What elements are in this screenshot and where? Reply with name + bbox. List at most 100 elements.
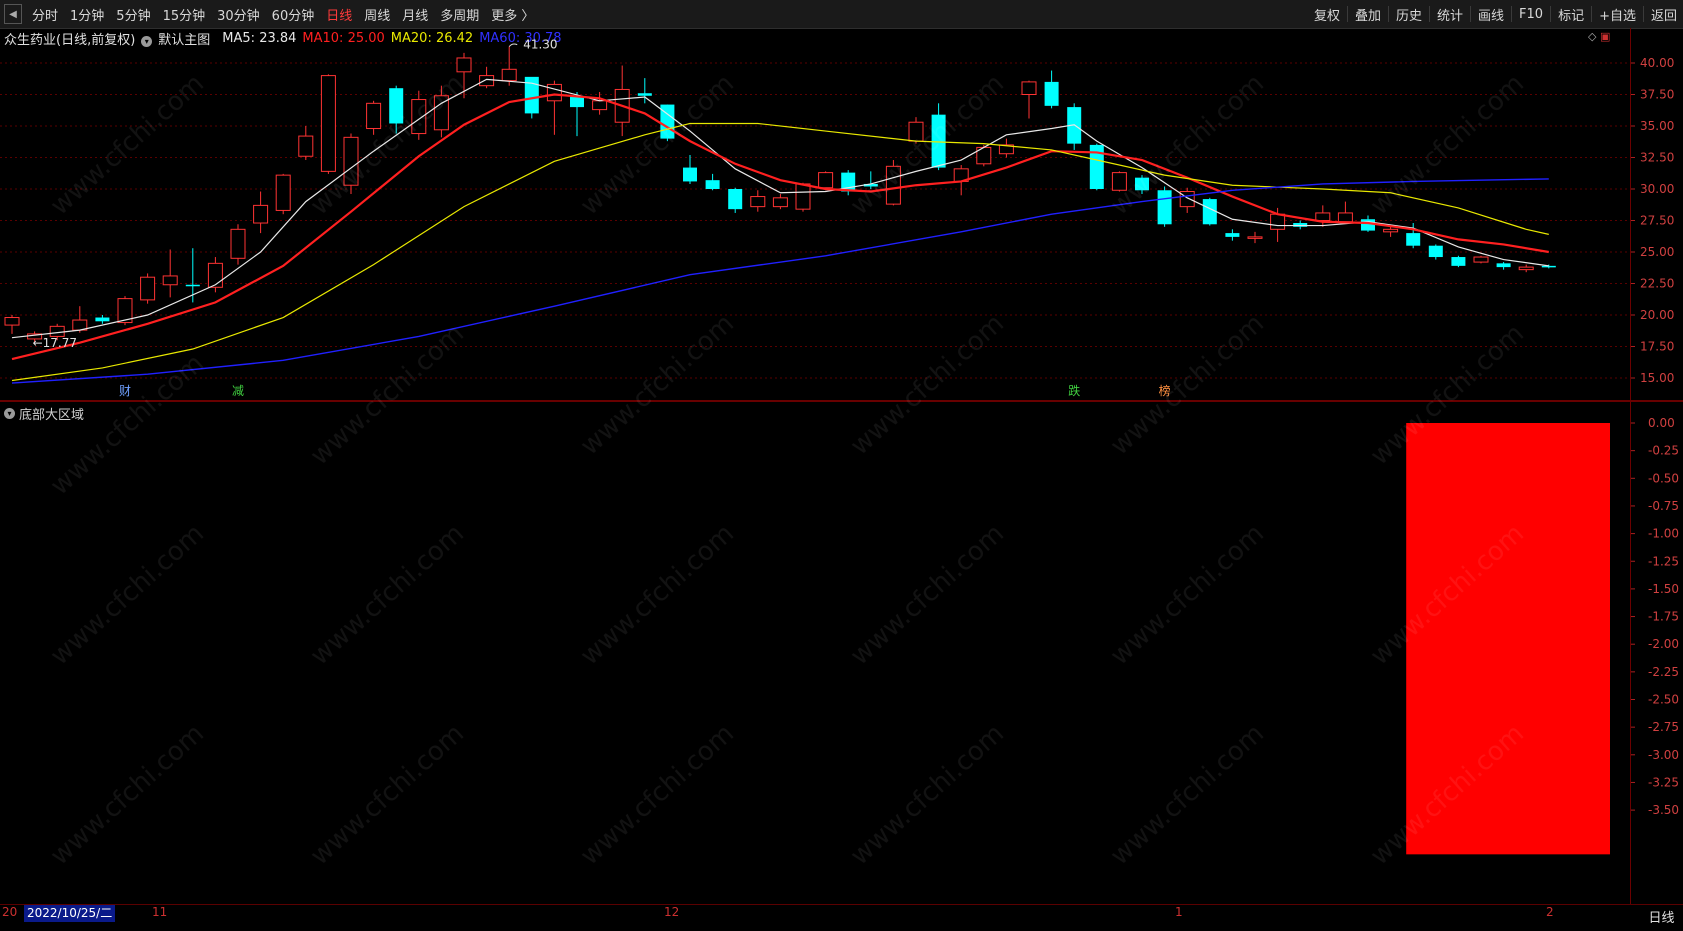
- candle-body: [705, 180, 720, 189]
- period-tab-9[interactable]: 多周期: [434, 5, 485, 24]
- period-tab-5[interactable]: 60分钟: [266, 5, 321, 24]
- sub-axis-label: 0.00: [1648, 416, 1675, 430]
- tool-button-5[interactable]: F10: [1513, 7, 1549, 22]
- period-tabs: ◀ 分时 1分钟 5分钟 15分钟 30分钟 60分钟 日线 周线 月线 多周期 更多 〉: [0, 0, 540, 28]
- candle-body: [1496, 263, 1511, 268]
- candle-body: [501, 68, 517, 82]
- month-tick-11: 11: [152, 905, 168, 919]
- sub-axis-label: -2.75: [1648, 720, 1679, 734]
- cursor-date: 2022/10/25/二: [24, 905, 116, 922]
- price-axis-label: 32.50: [1640, 151, 1674, 165]
- candle-body: [253, 204, 269, 224]
- tool-button-0[interactable]: 复权: [1308, 5, 1346, 24]
- candle-body: [570, 97, 584, 108]
- event-marker: 榜: [1159, 383, 1171, 398]
- tool-buttons: 复权 叠加 历史 统计 画线 F10 标记 +自选 返回: [1308, 0, 1683, 28]
- tool-button-6[interactable]: 标记: [1552, 5, 1590, 24]
- price-axis-label: 22.50: [1640, 277, 1674, 291]
- period-tab-8[interactable]: 月线: [396, 5, 434, 24]
- candle-body: [49, 325, 65, 337]
- sub-axis-label: -2.50: [1648, 693, 1679, 707]
- candle-body: [1111, 172, 1127, 191]
- candle-body: [1270, 213, 1286, 230]
- candle-body: [885, 165, 901, 205]
- period-tab-daily[interactable]: 日线: [1640, 907, 1683, 926]
- period-tab-2[interactable]: 5分钟: [110, 5, 156, 24]
- candle-body: [1202, 199, 1217, 225]
- price-axis-label: 40.00: [1640, 56, 1674, 70]
- toolbar-divider: [1387, 6, 1389, 22]
- candle-body: [750, 196, 766, 208]
- month-tick-2: 2: [1546, 905, 1554, 919]
- candle-body: [1225, 233, 1240, 237]
- event-marker: 减: [232, 384, 244, 398]
- sub-axis-label: -3.50: [1648, 803, 1679, 817]
- candle-body: [1541, 265, 1556, 268]
- candle-body: [230, 228, 246, 259]
- candle-body: [728, 189, 743, 210]
- ma10-line: [11, 93, 1549, 361]
- candle-body: [1337, 212, 1353, 223]
- candle-body: [795, 183, 811, 210]
- period-tab-10[interactable]: 更多 〉: [485, 5, 540, 24]
- tool-button-1[interactable]: 叠加: [1349, 5, 1387, 24]
- candle-body: [546, 83, 562, 102]
- price-axis-label: 27.50: [1640, 214, 1674, 228]
- candle-body: [366, 102, 382, 130]
- candle-body: [275, 174, 291, 211]
- year-stub: 20: [2, 905, 18, 919]
- candle-body: [772, 197, 788, 208]
- sub-axis-label: -0.75: [1648, 499, 1679, 513]
- month-tick-12: 12: [664, 905, 680, 919]
- collapse-arrow-icon[interactable]: ◀: [4, 4, 22, 24]
- tool-button-4[interactable]: 画线: [1472, 5, 1510, 24]
- candle-body: [185, 284, 200, 287]
- candle-body: [1179, 191, 1195, 208]
- period-tab-0[interactable]: 分时: [26, 5, 64, 24]
- period-tab-7[interactable]: 周线: [358, 5, 396, 24]
- price-axis-label: 35.00: [1640, 119, 1674, 133]
- sub-axis-label: -1.50: [1648, 582, 1679, 596]
- candle-body: [818, 172, 834, 189]
- candle-body: [1247, 236, 1263, 239]
- candle-body: [931, 114, 946, 168]
- tool-button-2[interactable]: 历史: [1390, 5, 1428, 24]
- candle-body: [1406, 233, 1421, 246]
- axis-divider: [1630, 28, 1631, 904]
- sub-axis-label: -1.75: [1648, 610, 1679, 624]
- kline-chart[interactable]: 40.00 37.50 35.00 32.50 30.00 27.50 25.00 22.50…: [0, 28, 1683, 402]
- candle-body: [162, 275, 178, 286]
- candle-body: [479, 75, 495, 87]
- price-axis-label: 25.00: [1640, 245, 1674, 259]
- candle-body: [140, 276, 156, 301]
- candle-body: [1135, 177, 1149, 191]
- sub-indicator-chart[interactable]: 0.00 -0.25 -0.50 -0.75 -1.00 -1.25 -1.50 -1.75 -…: [0, 402, 1683, 904]
- toolbar-divider: [1642, 6, 1644, 22]
- high-annotation: 41.30: [523, 38, 557, 52]
- tool-button-7[interactable]: +自选: [1593, 5, 1642, 24]
- low-annotation: ←17.77: [33, 336, 77, 350]
- event-marker: 跌: [1068, 383, 1080, 398]
- candle-body: [95, 317, 110, 322]
- candle-body: [683, 167, 697, 182]
- period-tab-3[interactable]: 15分钟: [157, 5, 212, 24]
- sub-axis-label: -0.50: [1648, 471, 1679, 485]
- candle-body: [1021, 81, 1037, 96]
- price-axis-label: 15.00: [1640, 371, 1674, 385]
- toolbar-divider: [1429, 6, 1430, 22]
- candle-body: [1315, 212, 1331, 222]
- candle-body: [592, 100, 608, 111]
- tool-button-8[interactable]: 返回: [1645, 5, 1683, 24]
- price-axis-label: 17.50: [1640, 340, 1674, 354]
- candle-body: [320, 75, 336, 172]
- candle-body: [1518, 266, 1534, 271]
- candle-body: [1473, 256, 1489, 263]
- candle-body: [1157, 190, 1172, 225]
- candle-body: [456, 57, 472, 73]
- period-tab-1[interactable]: 1分钟: [64, 5, 110, 24]
- period-tab-6[interactable]: 日线: [320, 5, 358, 24]
- tool-button-3[interactable]: 统计: [1431, 5, 1469, 24]
- time-axis-bar: [0, 904, 1683, 931]
- high-annotation-arrow: [508, 43, 518, 47]
- period-tab-4[interactable]: 30分钟: [211, 5, 266, 24]
